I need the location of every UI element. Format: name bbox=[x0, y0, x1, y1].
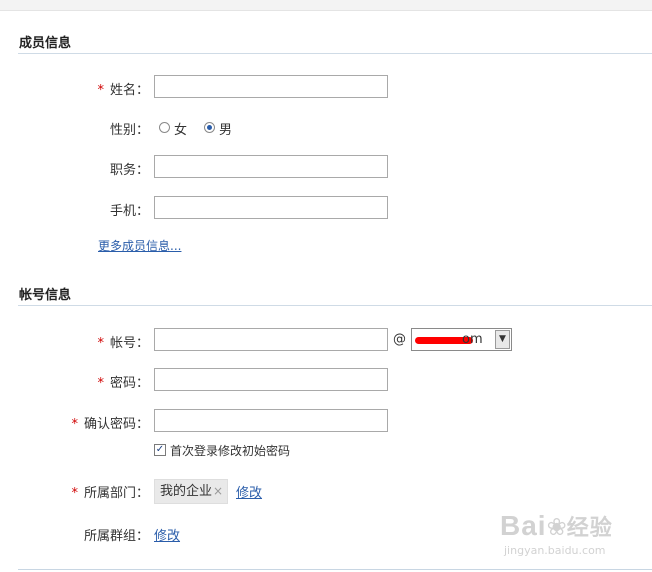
top-bar bbox=[0, 0, 652, 11]
phone-label: 手机： bbox=[109, 204, 149, 219]
member-section-divider bbox=[18, 53, 652, 54]
department-tag-label: 我的企业 bbox=[160, 484, 213, 499]
watermark-brand: Bai bbox=[500, 510, 547, 541]
change-password-checkbox[interactable]: ✓ bbox=[154, 444, 166, 456]
domain-select-value: om bbox=[462, 332, 483, 347]
gender-label: 性别： bbox=[109, 123, 149, 138]
change-password-label: 首次登录修改初始密码 bbox=[170, 444, 291, 458]
gender-female-label: 女 bbox=[174, 123, 188, 138]
password-label-text: 密码： bbox=[109, 376, 149, 391]
paw-icon: ❀ bbox=[546, 513, 567, 541]
password-input[interactable] bbox=[154, 368, 388, 391]
confirm-password-label-text: 确认密码： bbox=[83, 417, 149, 432]
required-mark: * bbox=[97, 83, 104, 98]
gender-female-radio[interactable] bbox=[159, 122, 170, 133]
department-tag: 我的企业× bbox=[154, 479, 229, 504]
position-label: 职务： bbox=[109, 163, 149, 178]
watermark-brand-suffix: 经验 bbox=[566, 515, 613, 540]
account-label-text: 帐号： bbox=[109, 336, 149, 351]
required-mark: * bbox=[97, 376, 104, 391]
confirm-password-label: * 确认密码： bbox=[71, 413, 149, 432]
group-label: 所属群组： bbox=[83, 529, 149, 544]
confirm-password-input[interactable] bbox=[154, 409, 388, 432]
gender-male-radio[interactable] bbox=[204, 122, 215, 133]
account-label: * 帐号： bbox=[97, 332, 149, 351]
member-section-title: 成员信息 bbox=[19, 36, 72, 51]
more-member-info-link[interactable]: 更多成员信息... bbox=[98, 237, 181, 254]
gender-male-label: 男 bbox=[219, 123, 233, 138]
department-edit-link[interactable]: 修改 bbox=[236, 482, 262, 501]
dropdown-arrow-icon[interactable]: ▼ bbox=[495, 330, 510, 349]
at-symbol: @ bbox=[393, 332, 406, 347]
department-label: * 所属部门： bbox=[71, 482, 149, 501]
required-mark: * bbox=[97, 336, 104, 351]
bottom-divider bbox=[18, 569, 652, 570]
name-label-text: 姓名： bbox=[109, 83, 149, 98]
name-label: * 姓名： bbox=[97, 79, 149, 98]
department-label-text: 所属部门： bbox=[83, 486, 149, 501]
position-input[interactable] bbox=[154, 155, 388, 178]
required-mark: * bbox=[71, 486, 78, 501]
group-edit-link[interactable]: 修改 bbox=[154, 525, 180, 544]
required-mark: * bbox=[71, 417, 78, 432]
remove-tag-icon[interactable]: × bbox=[213, 484, 223, 498]
baidu-watermark: Bai❀经验 jingyan.baidu.com bbox=[500, 510, 613, 557]
domain-select[interactable]: om ▼ bbox=[411, 328, 512, 351]
account-section-title: 帐号信息 bbox=[19, 288, 72, 303]
account-input[interactable] bbox=[154, 328, 388, 351]
account-section-divider bbox=[18, 305, 652, 306]
name-input[interactable] bbox=[154, 75, 388, 98]
watermark-url: jingyan.baidu.com bbox=[504, 544, 606, 557]
phone-input[interactable] bbox=[154, 196, 388, 219]
password-label: * 密码： bbox=[97, 372, 149, 391]
